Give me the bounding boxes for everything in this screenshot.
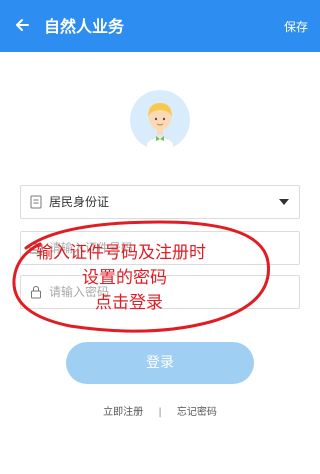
annotation-line-3: 点击登录	[95, 293, 163, 313]
top-bar: 自然人业务 保存	[0, 0, 320, 52]
id-card-icon	[30, 195, 42, 209]
save-button[interactable]: 保存	[284, 0, 308, 52]
footer-links: 立即注册 | 忘记密码	[0, 403, 320, 418]
back-button[interactable]	[10, 13, 34, 37]
register-link[interactable]: 立即注册	[103, 403, 143, 418]
dropdown-arrow-icon[interactable]	[279, 199, 289, 205]
annotation-line-1: 输入证件号码及注册时	[36, 243, 206, 263]
id-type-select[interactable]: 居民身份证	[20, 185, 300, 219]
page-title: 自然人业务	[44, 17, 125, 36]
annotation-line-2: 设置的密码	[82, 268, 167, 288]
forgot-password-link[interactable]: 忘记密码	[177, 403, 217, 418]
links-separator: |	[158, 407, 162, 418]
avatar-icon	[130, 90, 190, 150]
login-button[interactable]: 登录	[66, 342, 254, 384]
back-arrow-icon	[16, 19, 29, 31]
lock-icon	[31, 285, 41, 299]
id-type-value: 居民身份证	[49, 195, 110, 209]
